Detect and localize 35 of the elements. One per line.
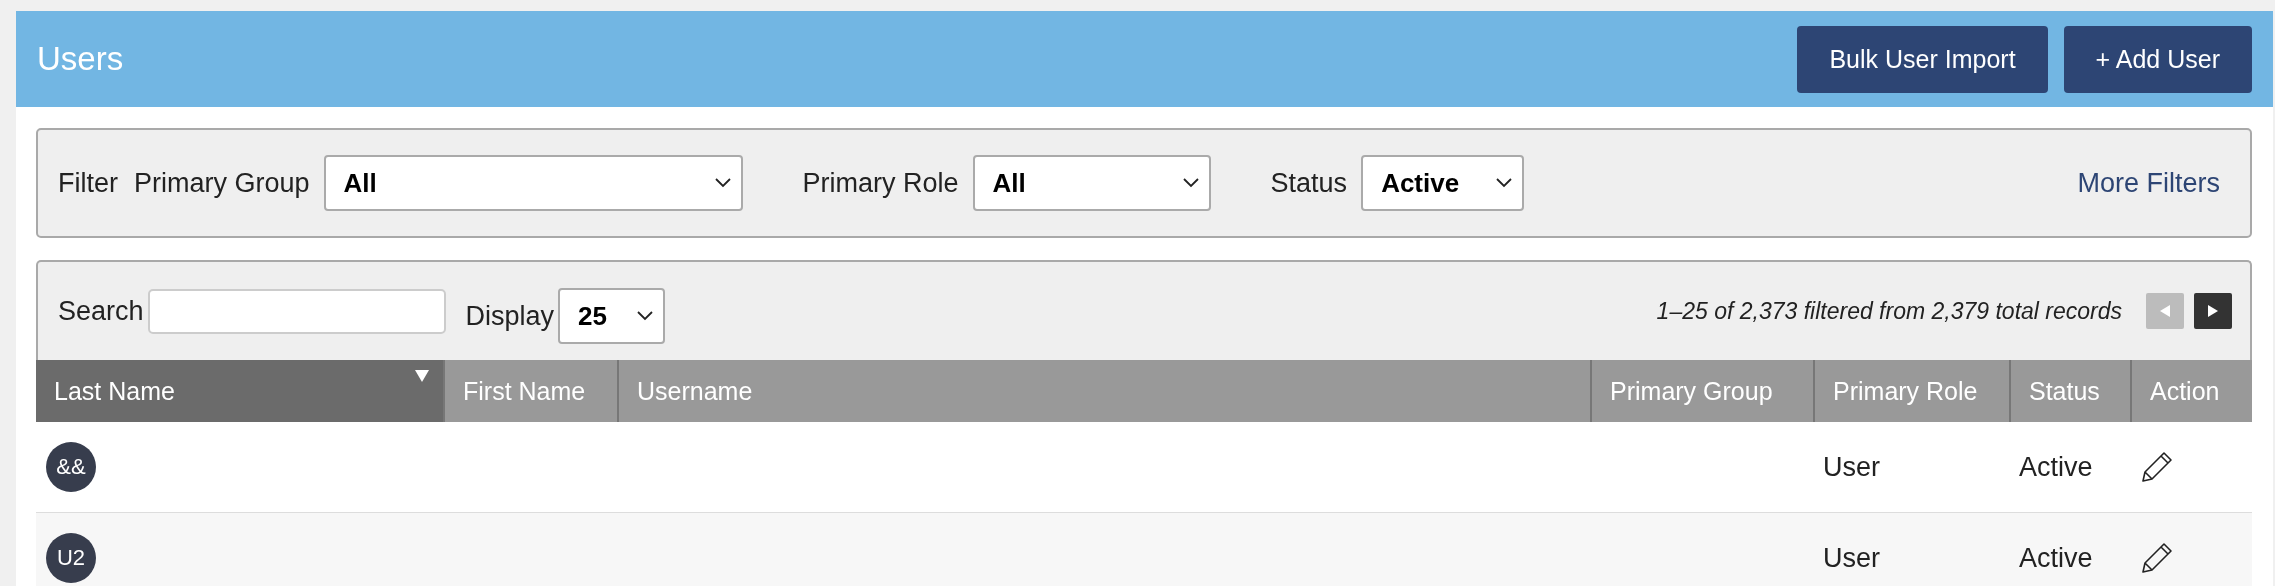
header-button[interactable]: Bulk User Import <box>1797 25 2048 93</box>
dropdown[interactable]: Active <box>1361 155 1525 211</box>
table-cell: Active <box>2019 542 2093 574</box>
dropdown[interactable]: All <box>972 155 1211 211</box>
user-avatar: && <box>46 442 96 492</box>
left-triangle-icon <box>2159 304 2171 318</box>
display-dropdown[interactable]: 25 <box>558 288 666 344</box>
filter-label: Filter <box>58 167 118 199</box>
sort-icon <box>415 370 429 382</box>
table-row[interactable]: && User Active <box>36 422 2252 513</box>
page-title: Users <box>37 40 124 78</box>
table-cell: User <box>1823 451 1880 483</box>
user-avatar: U2 <box>46 533 96 583</box>
display-label: Display <box>465 300 555 332</box>
chevron-icon <box>1496 178 1513 188</box>
column-header[interactable]: Last Name <box>36 360 443 422</box>
more-filters-link[interactable]: More Filters <box>2077 167 2220 199</box>
field-label: Primary Role <box>802 167 959 199</box>
table-row[interactable]: U2 User Active <box>36 513 2252 586</box>
chevron-icon <box>1182 178 1199 188</box>
search-label: Search <box>58 295 144 327</box>
pencil-icon[interactable] <box>2140 541 2174 575</box>
chevron-icon <box>637 311 654 321</box>
field-label: Primary Group <box>134 167 310 199</box>
field-label: Status <box>1270 167 1348 199</box>
next-page-button[interactable] <box>2194 293 2232 329</box>
table-cell: User <box>1823 542 1880 574</box>
header-button[interactable]: + Add User <box>2063 25 2252 93</box>
chevron-icon <box>714 178 731 188</box>
pencil-icon[interactable] <box>2140 450 2174 484</box>
search-field[interactable] <box>147 288 446 334</box>
table-cell: Active <box>2019 451 2093 483</box>
right-triangle-icon <box>2207 304 2219 318</box>
records-count: 1–25 of 2,373 filtered from 2,379 total records <box>1656 297 2122 325</box>
dropdown[interactable]: All <box>323 155 743 211</box>
